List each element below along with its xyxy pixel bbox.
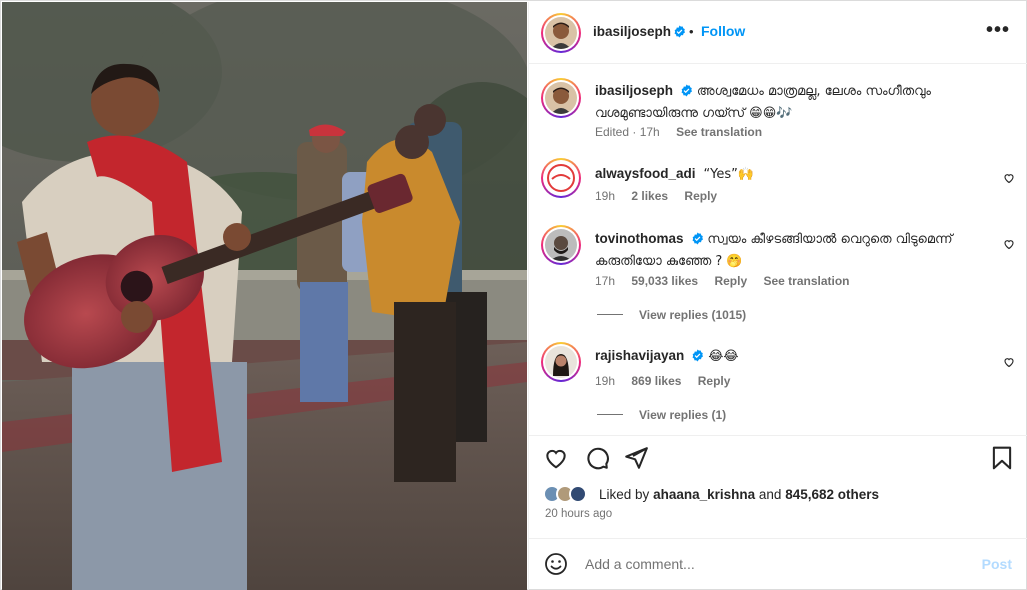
post-timestamp[interactable]: 20 hours ago	[545, 508, 612, 520]
comments-list[interactable]: ibasiljoseph അശ്വമേധം മാത്രമല്ല, ലേശം സം…	[529, 65, 1027, 435]
comment-heart-icon[interactable]	[1003, 356, 1015, 368]
comment-time: 19h	[595, 189, 616, 203]
caption-body: ibasiljoseph അശ്വമേധം മാത്രമല്ല, ലേശം സം…	[595, 80, 995, 124]
caption-username[interactable]: ibasiljoseph	[595, 83, 673, 98]
caption-see-translation[interactable]: See translation	[676, 125, 762, 139]
comment-time: 19h	[595, 374, 616, 388]
likes-user[interactable]: ahaana_krishna	[653, 487, 755, 502]
comment-time: 17h	[595, 274, 616, 288]
likes-middle: and	[758, 487, 782, 502]
comment-meta: 19h 2 likes Reply	[595, 189, 730, 203]
photo-illustration	[2, 2, 527, 590]
post-comment-button[interactable]: Post	[982, 556, 1012, 572]
comment-composer: Post	[529, 538, 1027, 590]
replies-divider	[597, 314, 623, 315]
comment-text: 😂😂	[708, 349, 739, 364]
view-replies-label: View replies (1)	[639, 408, 727, 422]
comment-input[interactable]	[585, 553, 965, 575]
author-username[interactable]: ibasiljoseph	[593, 24, 671, 39]
comment-body: tovinothomas സ്വയം കീഴടങ്ങിയാൽ വെറുതെ വി…	[595, 228, 995, 272]
verified-icon	[681, 84, 693, 97]
comment-username[interactable]: tovinothomas	[595, 231, 684, 246]
comment-avatar[interactable]	[541, 342, 581, 382]
comment-reply-button[interactable]: Reply	[698, 374, 731, 388]
comment-body: rajishavijayan 😂😂	[595, 345, 995, 367]
likes-prefix: Liked by	[599, 487, 650, 502]
likes-text: Liked by ahaana_krishna and 845,682 othe…	[599, 487, 879, 502]
likes-summary[interactable]: Liked by ahaana_krishna and 845,682 othe…	[543, 483, 1023, 505]
header-separator: •	[689, 24, 694, 39]
comment-heart-icon[interactable]	[1003, 172, 1015, 184]
comment-text: “Yes”🙌	[703, 167, 755, 182]
view-replies-button[interactable]: View replies (1)	[597, 408, 726, 422]
verified-icon	[692, 232, 703, 245]
comment-username[interactable]: alwaysfood_adi	[595, 166, 696, 181]
view-replies-button[interactable]: View replies (1015)	[597, 308, 746, 322]
caption-edited: Edited · 17h	[595, 125, 660, 139]
likes-count[interactable]: 845,682 others	[785, 487, 879, 502]
post-photo[interactable]	[2, 2, 527, 590]
comment-meta: 19h 869 likes Reply	[595, 374, 743, 388]
emoji-icon[interactable]	[544, 552, 568, 576]
author-avatar[interactable]	[541, 13, 581, 53]
comment-likes[interactable]: 869 likes	[631, 374, 681, 388]
more-icon[interactable]: •••	[986, 20, 1010, 40]
comment-reply-button[interactable]: Reply	[714, 274, 747, 288]
comment-see-translation[interactable]: See translation	[763, 274, 849, 288]
heart-icon[interactable]	[543, 445, 569, 471]
comment-avatar[interactable]	[541, 158, 581, 198]
post-actions	[529, 435, 1027, 481]
comment-icon[interactable]	[584, 445, 610, 471]
caption-avatar[interactable]	[541, 78, 581, 118]
comment-username[interactable]: rajishavijayan	[595, 348, 684, 363]
comment-meta: 17h 59,033 likes Reply See translation	[595, 274, 863, 288]
comment-body: alwaysfood_adi “Yes”🙌	[595, 163, 995, 185]
verified-icon	[692, 349, 704, 362]
comment-likes[interactable]: 2 likes	[631, 189, 668, 203]
liker-avatar	[569, 485, 587, 503]
comment-avatar[interactable]	[541, 225, 581, 265]
share-icon[interactable]	[623, 445, 649, 471]
post-side-panel: ibasiljoseph • Follow ••• ibasiljoseph അ…	[528, 2, 1027, 590]
post-modal: ibasiljoseph • Follow ••• ibasiljoseph അ…	[0, 0, 1027, 590]
follow-button[interactable]: Follow	[701, 23, 745, 39]
replies-divider	[597, 414, 623, 415]
comment-reply-button[interactable]: Reply	[684, 189, 717, 203]
comment-likes[interactable]: 59,033 likes	[631, 274, 698, 288]
bookmark-icon[interactable]	[989, 445, 1015, 471]
verified-icon	[674, 25, 685, 38]
caption-meta: Edited · 17h See translation	[595, 125, 775, 139]
post-header: ibasiljoseph • Follow •••	[529, 2, 1027, 64]
comment-heart-icon[interactable]	[1003, 238, 1015, 250]
view-replies-label: View replies (1015)	[639, 308, 747, 322]
